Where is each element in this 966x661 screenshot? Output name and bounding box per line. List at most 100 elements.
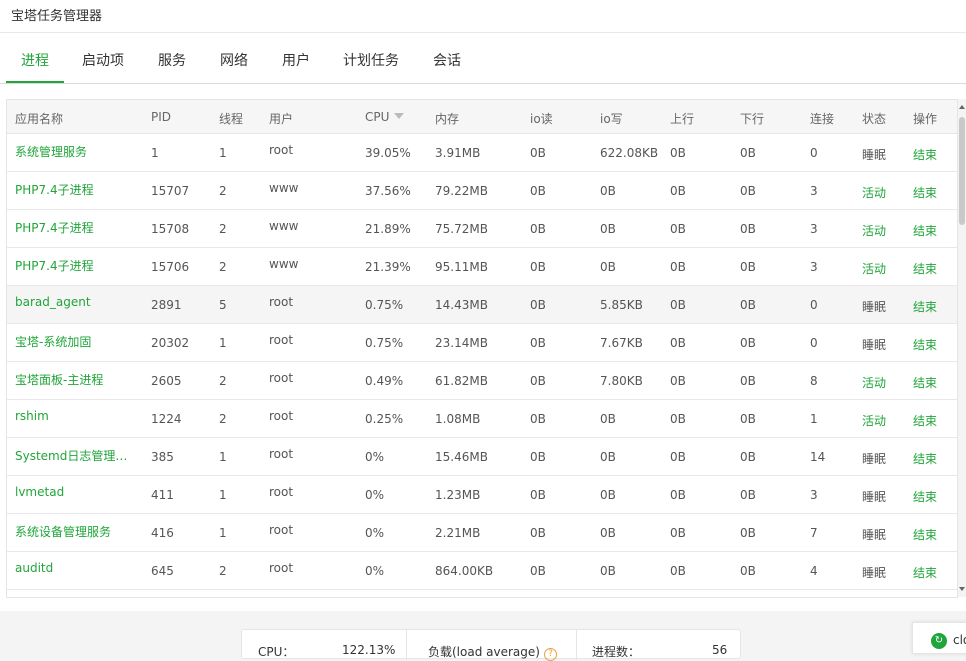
- tab-services[interactable]: 服务: [158, 50, 186, 70]
- process-memory: 95.11MB: [435, 260, 488, 274]
- table-row[interactable]: barad_agent 2891 5 root 0.75% 14.43MB 0B 5.85KB…: [7, 286, 957, 324]
- process-user: www: [269, 257, 299, 271]
- table-row[interactable]: Systemd日志管理服务 385 1 root 0% 15.46MB 0B 0B 0B 0B 14…: [7, 438, 957, 476]
- process-name[interactable]: 系统设备管理服务: [15, 523, 139, 540]
- end-process-button[interactable]: 结束: [913, 222, 937, 239]
- process-user: root: [269, 371, 294, 385]
- process-upload: 0B: [670, 184, 686, 198]
- tab-startup[interactable]: 启动项: [82, 50, 124, 70]
- process-pid: 2605: [151, 374, 182, 388]
- process-status: 睡眠: [862, 566, 887, 580]
- table-row[interactable]: PHP7.4子进程 15708 2 www 21.89% 75.72MB 0B 0B 0B 0B 3…: [7, 210, 957, 248]
- end-process-button[interactable]: 结束: [913, 374, 937, 391]
- col-header-name[interactable]: 应用名称: [15, 110, 63, 127]
- process-threads: 2: [219, 564, 227, 578]
- title-bar: 宝塔任务管理器: [0, 0, 966, 33]
- process-connections: 14: [810, 450, 826, 464]
- table-row[interactable]: PHP7.4子进程 15707 2 www 37.56% 79.22MB 0B 0B 0B 0B 3…: [7, 172, 957, 210]
- tab-users[interactable]: 用户: [282, 50, 310, 70]
- task-manager-window: 宝塔任务管理器 进程 启动项 服务 网络 用户 计划任务 会话 应用名称 PID…: [0, 0, 966, 661]
- tab-network[interactable]: 网络: [220, 50, 248, 70]
- process-name[interactable]: PHP7.4子进程: [15, 257, 139, 274]
- process-name[interactable]: lvmetad: [15, 485, 139, 499]
- tab-scheduled-tasks[interactable]: 计划任务: [343, 50, 399, 70]
- table-scrollbar[interactable]: [958, 99, 966, 597]
- table-row[interactable]: 系统设备管理服务 416 1 root 0% 2.21MB 0B 0B 0B 0B 7 睡眠 结束: [7, 514, 957, 552]
- process-threads: 1: [219, 526, 227, 540]
- stats-bar: CPU： 122.13% 负载(load average)? 进程数： 56: [241, 629, 741, 661]
- process-count-label: 进程数：: [592, 645, 641, 659]
- process-download: 0B: [740, 450, 756, 464]
- process-download: 0B: [740, 412, 756, 426]
- end-process-button[interactable]: 结束: [913, 146, 937, 163]
- process-user: root: [269, 409, 294, 423]
- process-name[interactable]: auditd: [15, 561, 139, 575]
- help-icon[interactable]: ?: [543, 648, 557, 661]
- refresh-icon: ↻: [931, 633, 947, 649]
- end-process-button[interactable]: 结束: [913, 298, 937, 315]
- tab-processes[interactable]: 进程: [21, 50, 49, 70]
- table-row[interactable]: 宝塔面板-主进程 2605 2 root 0.49% 61.82MB 0B 7.80KB 0B 0…: [7, 362, 957, 400]
- col-header-pid[interactable]: PID: [151, 110, 171, 124]
- col-header-upload[interactable]: 上行: [670, 110, 694, 127]
- col-header-cpu[interactable]: CPU: [365, 110, 405, 124]
- end-process-button[interactable]: 结束: [913, 184, 937, 201]
- process-name[interactable]: barad_agent: [15, 295, 139, 309]
- end-process-button[interactable]: 结束: [913, 526, 937, 543]
- process-upload: 0B: [670, 526, 686, 540]
- process-memory: 3.91MB: [435, 146, 481, 160]
- col-header-user[interactable]: 用户: [269, 110, 293, 127]
- tab-sessions[interactable]: 会话: [433, 50, 461, 70]
- process-memory: 864.00KB: [435, 564, 494, 578]
- process-io-read: 0B: [530, 564, 546, 578]
- close-button[interactable]: ↻ clo: [912, 622, 966, 654]
- process-io-write: 7.67KB: [600, 336, 643, 350]
- col-header-download[interactable]: 下行: [740, 110, 764, 127]
- stat-divider: [406, 630, 407, 660]
- scroll-up-icon[interactable]: [959, 105, 965, 109]
- col-header-io-read[interactable]: io读: [530, 110, 553, 127]
- process-connections: 3: [810, 488, 818, 502]
- end-process-button[interactable]: 结束: [913, 488, 937, 505]
- table-row[interactable]: 系统管理服务 1 1 root 39.05% 3.91MB 0B 622.08KB 0B 0B 0 睡…: [7, 134, 957, 172]
- table-row[interactable]: PHP7.4子进程 15706 2 www 21.39% 95.11MB 0B 0B 0B 0B 3…: [7, 248, 957, 286]
- scroll-thumb[interactable]: [959, 117, 965, 225]
- process-upload: 0B: [670, 260, 686, 274]
- process-name[interactable]: rshim: [15, 409, 139, 423]
- process-connections: 3: [810, 260, 818, 274]
- process-connections: 3: [810, 184, 818, 198]
- col-header-connections[interactable]: 连接: [810, 110, 834, 127]
- end-process-button[interactable]: 结束: [913, 260, 937, 277]
- process-threads: 2: [219, 260, 227, 274]
- end-process-button[interactable]: 结束: [913, 564, 937, 581]
- process-io-read: 0B: [530, 374, 546, 388]
- process-cpu: 0.49%: [365, 374, 404, 388]
- col-header-action: 操作: [913, 112, 938, 126]
- process-name[interactable]: Systemd日志管理服务: [15, 447, 139, 464]
- table-row[interactable]: auditd 645 2 root 0% 864.00KB 0B 0B 0B 0B 4 睡眠 结束: [7, 552, 957, 590]
- process-io-write: 0B: [600, 564, 616, 578]
- process-name[interactable]: 系统管理服务: [15, 143, 139, 160]
- process-io-write: 0B: [600, 260, 616, 274]
- table-row[interactable]: 宝塔-系统加固 20302 1 root 0.75% 23.14MB 0B 7.67KB 0B 0…: [7, 324, 957, 362]
- tab-bar: 进程 启动项 服务 网络 用户 计划任务 会话: [0, 33, 966, 84]
- process-name[interactable]: PHP7.4子进程: [15, 219, 139, 236]
- end-process-button[interactable]: 结束: [913, 450, 937, 467]
- scroll-down-icon[interactable]: [959, 587, 965, 591]
- table-row[interactable]: lvmetad 411 1 root 0% 1.23MB 0B 0B 0B 0B 3 睡眠 结束: [7, 476, 957, 514]
- col-header-io-write[interactable]: io写: [600, 110, 623, 127]
- process-connections: 0: [810, 146, 818, 160]
- col-header-memory[interactable]: 内存: [435, 110, 459, 127]
- col-header-threads[interactable]: 线程: [219, 110, 243, 127]
- process-threads: 2: [219, 184, 227, 198]
- table-row[interactable]: rshim 1224 2 root 0.25% 1.08MB 0B 0B 0B 0B 1 活动 结束: [7, 400, 957, 438]
- process-io-write: 622.08KB: [600, 146, 659, 160]
- process-status: 活动: [862, 224, 887, 238]
- process-cpu: 0%: [365, 450, 385, 464]
- end-process-button[interactable]: 结束: [913, 412, 937, 429]
- end-process-button[interactable]: 结束: [913, 336, 937, 353]
- process-name[interactable]: PHP7.4子进程: [15, 181, 139, 198]
- process-name[interactable]: 宝塔-系统加固: [15, 333, 139, 350]
- process-name[interactable]: 宝塔面板-主进程: [15, 371, 139, 388]
- process-download: 0B: [740, 336, 756, 350]
